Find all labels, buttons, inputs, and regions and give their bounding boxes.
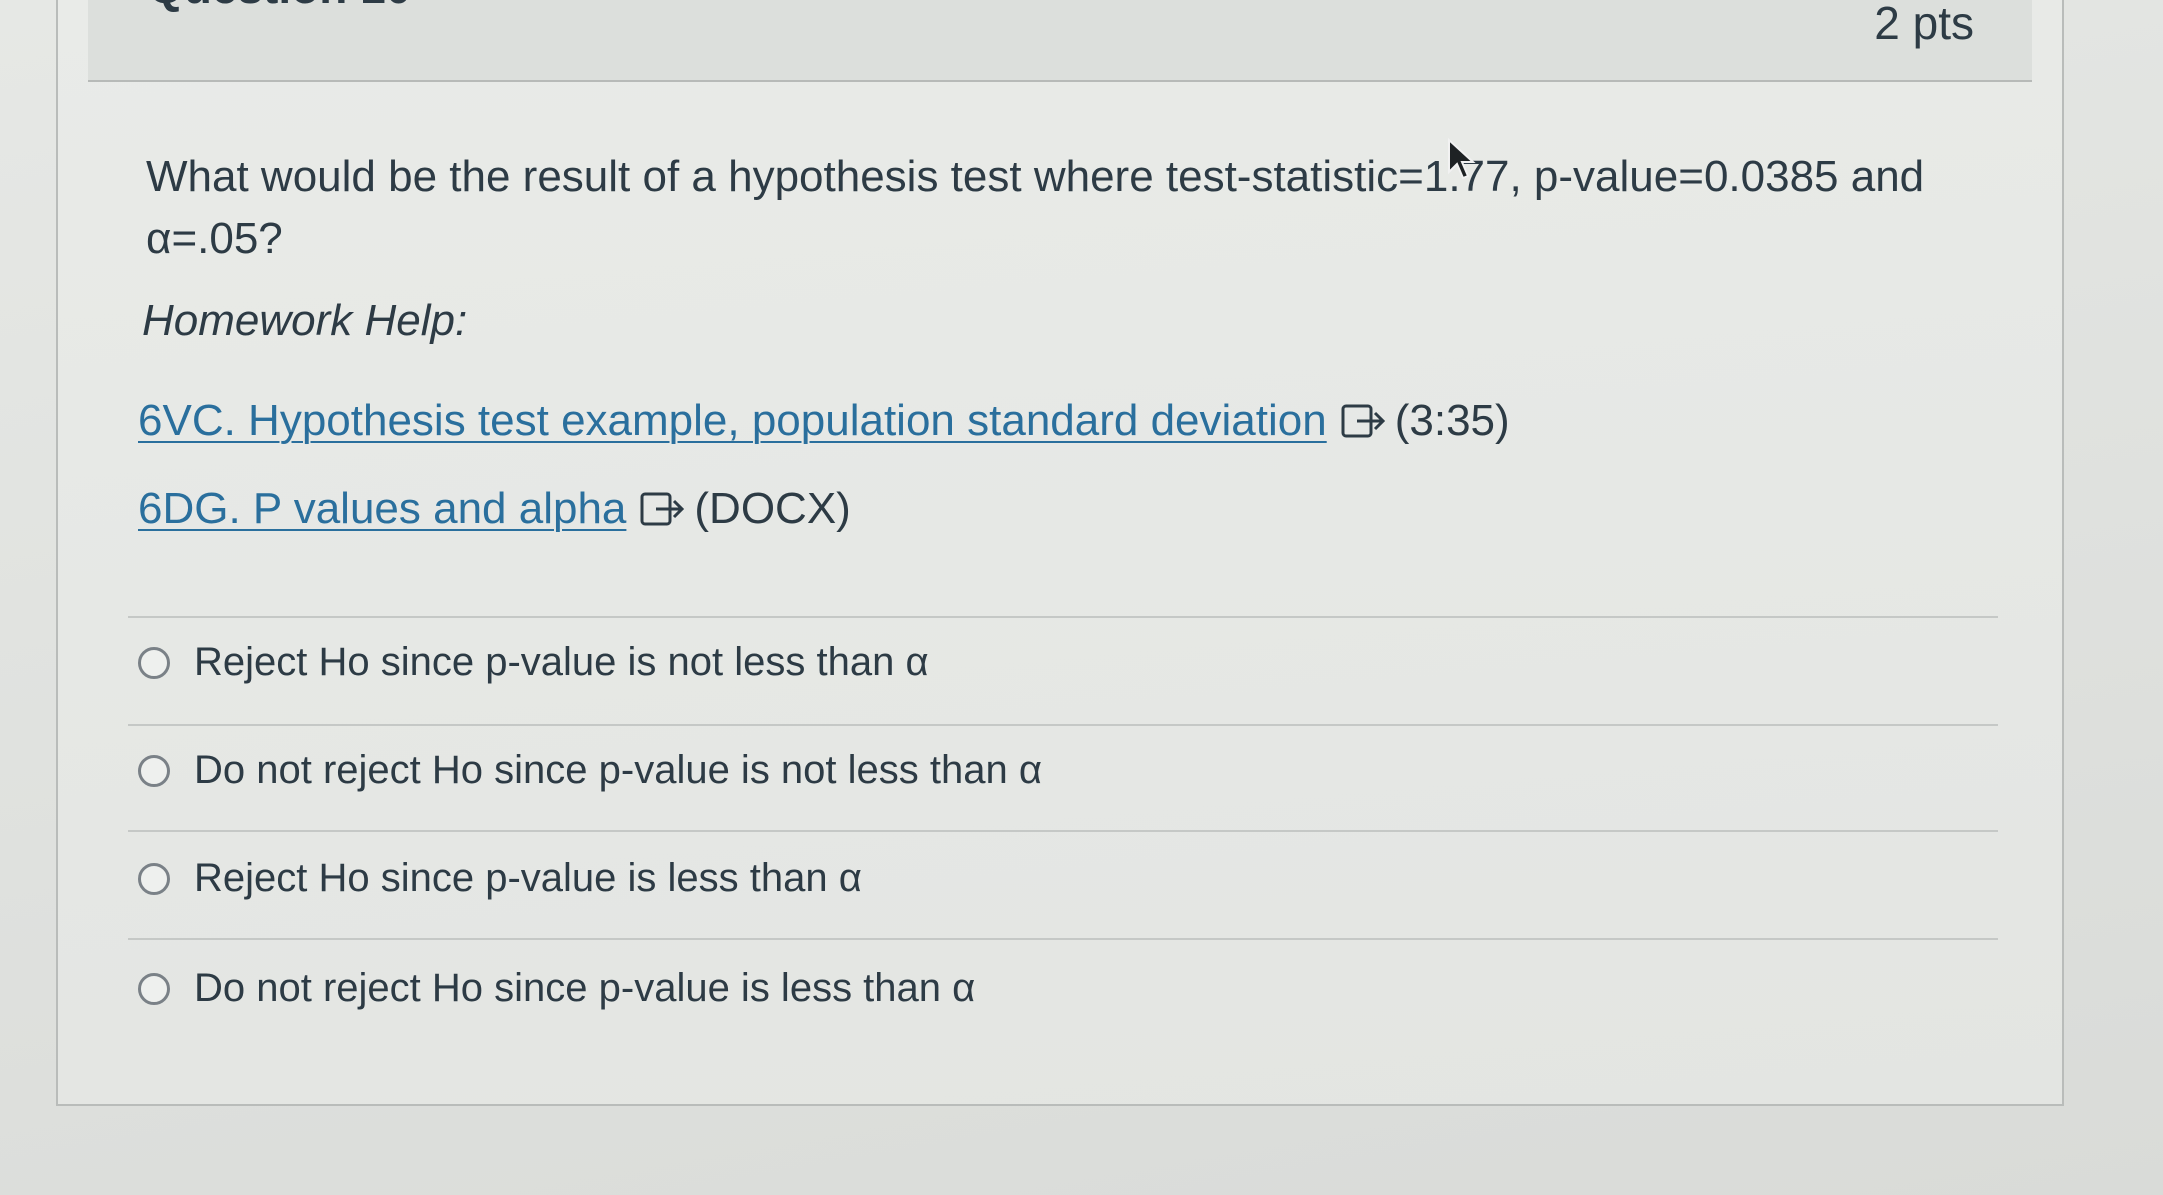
- question-text-line-2: α=.05?: [146, 214, 283, 263]
- answer-divider: [128, 830, 1998, 832]
- video-duration: (3:35): [1394, 396, 1510, 445]
- quiz-page: Question 10 2 pts What would be the resu…: [0, 0, 2163, 1195]
- answer-option-4[interactable]: Do not reject Ho since p-value is less t…: [138, 966, 975, 1011]
- answer-label-4: Do not reject Ho since p-value is less t…: [194, 966, 976, 1010]
- external-link-icon: [640, 492, 685, 526]
- answer-label-3: Reject Ho since p-value is less than α: [194, 856, 862, 900]
- answer-radio-2[interactable]: [138, 754, 170, 787]
- answer-option-2[interactable]: Do not reject Ho since p-value is not le…: [138, 748, 1042, 793]
- document-type: (DOCX): [694, 484, 851, 533]
- answer-radio-3[interactable]: [138, 862, 170, 895]
- question-points: 2 pts: [1874, 0, 1974, 49]
- question-text-line-1: What would be the result of a hypothesis…: [146, 152, 1925, 201]
- answer-label-1: Reject Ho since p-value is not less than…: [194, 640, 929, 684]
- question-title: Question 10: [148, 0, 411, 14]
- question-card: Question 10 2 pts What would be the resu…: [56, 0, 2064, 1106]
- answer-option-3[interactable]: Reject Ho since p-value is less than α: [138, 856, 862, 901]
- answers-divider-top: [128, 616, 1998, 618]
- answer-option-1[interactable]: Reject Ho since p-value is not less than…: [138, 640, 929, 685]
- question-text: What would be the result of a hypothesis…: [146, 146, 2026, 270]
- answer-radio-1[interactable]: [138, 646, 170, 679]
- hypothesis-test-video-link[interactable]: 6VC. Hypothesis test example, population…: [138, 396, 1327, 446]
- question-header: Question 10 2 pts: [88, 0, 2032, 82]
- answer-label-2: Do not reject Ho since p-value is not le…: [194, 748, 1042, 792]
- answer-divider: [128, 724, 1998, 726]
- mouse-cursor-icon: [1448, 138, 1476, 180]
- homework-help-heading: Homework Help:: [142, 296, 468, 345]
- p-values-alpha-doc-link[interactable]: 6DG. P values and alpha: [138, 484, 626, 534]
- answer-radio-4[interactable]: [138, 972, 170, 1005]
- homework-help-item-document: 6DG. P values and alpha (DOCX): [138, 484, 851, 534]
- external-link-icon: [1341, 404, 1385, 438]
- homework-help-item-video: 6VC. Hypothesis test example, population…: [138, 396, 1510, 446]
- answer-divider: [128, 938, 1998, 940]
